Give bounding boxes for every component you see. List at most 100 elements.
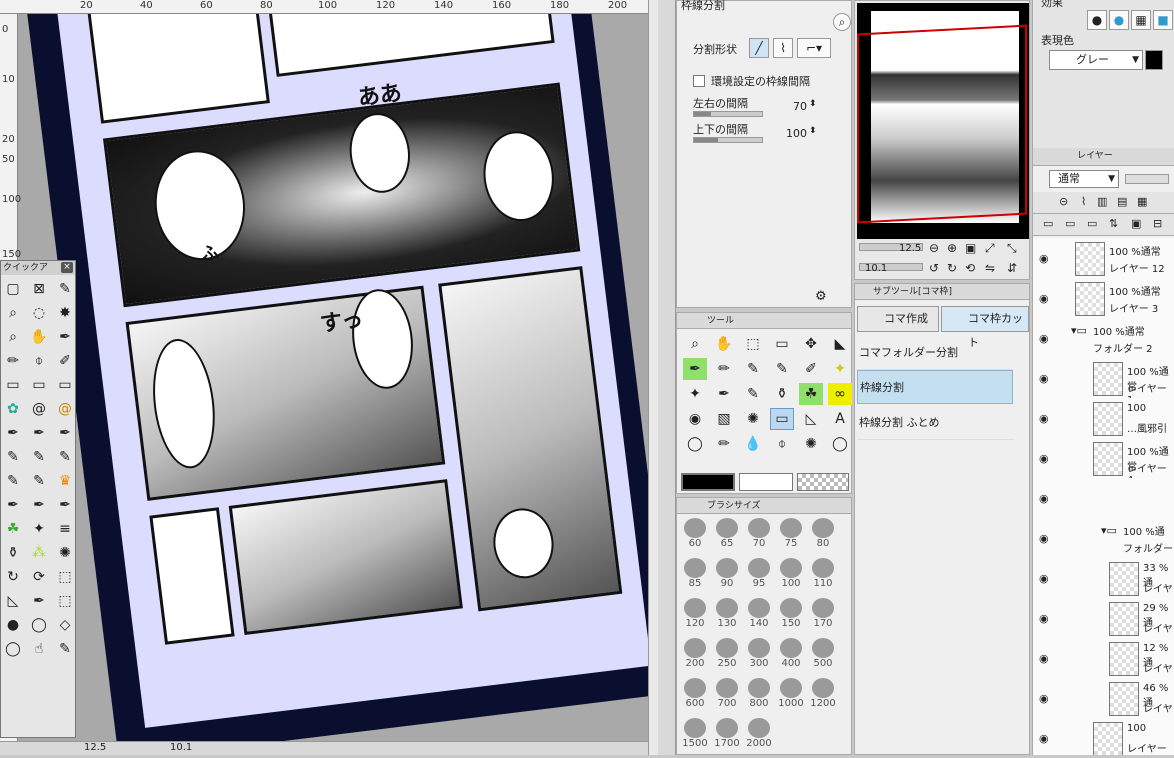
text-icon[interactable]: A xyxy=(828,408,852,430)
transparent-color-swatch[interactable] xyxy=(797,473,849,491)
mask-icon[interactable]: ▣ xyxy=(1131,217,1141,230)
spiral-icon[interactable]: @ xyxy=(28,398,50,420)
select-icon[interactable]: ⬚ xyxy=(54,590,76,612)
layer-panel[interactable]: レイヤー 通常 ▼ ⊝ ⌇ ▥ ▤ ▦ ▭ ▭ ▭ ⇅ ▣ ⊟ ◉ 100 %通常… xyxy=(1032,148,1174,755)
layer-row[interactable]: ◉33 %通レイヤー xyxy=(1033,558,1174,610)
settings-icon[interactable]: ⚙ xyxy=(815,289,827,304)
effect-border-icon[interactable]: ● xyxy=(1109,10,1129,30)
drops-icon[interactable]: 💧 xyxy=(741,433,765,455)
magnify-icon[interactable]: ⌕ xyxy=(2,302,24,324)
brush-size-option[interactable]: 110 xyxy=(807,558,839,594)
tool-property-panel[interactable]: 枠線分割 ⌕ 分割形状 ╱ ⌇ ⌐▾ 環境設定の枠線間隔 左右の間隔 70 ⬍ … xyxy=(676,0,852,308)
gradient-icon[interactable]: ▧ xyxy=(712,408,736,430)
layer-row[interactable]: ◉ 100 レイヤー 9 xyxy=(1033,718,1174,755)
circle-icon[interactable]: ● xyxy=(2,614,24,636)
lines-icon[interactable]: ≡ xyxy=(54,518,76,540)
search-icon[interactable]: ⌕ xyxy=(833,13,851,31)
color-layer-icon[interactable]: ▦ xyxy=(1137,195,1147,208)
canvas-scrollbar[interactable] xyxy=(648,0,658,755)
navigator-preview[interactable] xyxy=(857,3,1029,239)
tool-palette[interactable]: ツール ⌕ ✋ ⬚ ▭ ✥ ◣ ✒ ✏ ✎ ✎ ✐ ✦ ✦ ✒ ✎ ⚱ ☘ ∞ … xyxy=(676,312,852,494)
tool-tab[interactable]: ツール xyxy=(677,313,851,329)
zoom-value[interactable]: 12.5 xyxy=(84,742,106,753)
eye-icon[interactable]: ◉ xyxy=(1039,452,1049,465)
eye-icon[interactable]: ◉ xyxy=(1039,292,1049,305)
brush-size-option[interactable]: 170 xyxy=(807,598,839,634)
spinner-icon[interactable]: ⬍ xyxy=(809,126,817,136)
marker-icon[interactable]: ✐ xyxy=(799,358,823,380)
brush-size-option[interactable]: 95 xyxy=(743,558,775,594)
zoom-out-icon[interactable]: ⊖ xyxy=(929,241,939,255)
effect-dot-icon[interactable]: ● xyxy=(1087,10,1107,30)
frame-icon[interactable]: ▭ xyxy=(770,408,794,430)
pen-icon[interactable]: ✒ xyxy=(28,494,50,516)
brush-size-option[interactable]: 150 xyxy=(775,598,807,634)
pen-icon[interactable]: ✒ xyxy=(54,422,76,444)
crown-icon[interactable]: ♛ xyxy=(54,470,76,492)
layer-row[interactable]: ◉100…風邪引いて xyxy=(1033,398,1174,450)
line-shape-icon[interactable]: ╱ xyxy=(749,38,769,58)
brush-icon[interactable]: ✎ xyxy=(741,383,765,405)
actual-size-icon[interactable]: ▣ xyxy=(965,241,976,255)
eye-icon[interactable]: ◉ xyxy=(1039,652,1049,665)
brush-size-option[interactable]: 700 xyxy=(711,678,743,714)
brush-size-option[interactable]: 130 xyxy=(711,598,743,634)
reset-rotation-icon[interactable]: ⟲ xyxy=(965,261,975,275)
brush-size-panel[interactable]: ブラシサイズ 60 65 70 75 80 85 90 95 100 110 120 130 140 15… xyxy=(676,497,852,755)
layer-row[interactable]: ◉ xyxy=(1033,478,1174,520)
eye-icon[interactable]: ◉ xyxy=(1039,692,1049,705)
eye-icon[interactable]: ◉ xyxy=(1039,532,1049,545)
eraser-soft-icon[interactable]: ▭ xyxy=(28,374,50,396)
brush-size-option[interactable]: 70 xyxy=(743,518,775,554)
spinner-icon[interactable]: ⬍ xyxy=(809,99,817,109)
brush-icon[interactable]: ✎ xyxy=(741,358,765,380)
brush-size-option[interactable]: 200 xyxy=(679,638,711,674)
effect-color-icon[interactable]: ■ xyxy=(1153,10,1173,30)
layer-folder-row[interactable]: ◉ ▾▭ 100 %通常 フォルダー 2 xyxy=(1033,318,1174,360)
brush-size-option[interactable]: 140 xyxy=(743,598,775,634)
eye-icon[interactable]: ◉ xyxy=(1039,332,1049,345)
grass-icon[interactable]: ⁂ xyxy=(28,542,50,564)
brush-size-option[interactable]: 100 xyxy=(775,558,807,594)
subtool-item-frame-split-bold[interactable]: 枠線分割 ふとめ xyxy=(857,406,1013,440)
ellipse-icon[interactable]: ◯ xyxy=(28,614,50,636)
fill-icon[interactable]: ◉ xyxy=(683,408,707,430)
brush-size-option[interactable]: 500 xyxy=(807,638,839,674)
hand-icon[interactable]: ☝ xyxy=(28,638,50,660)
layer-tab[interactable]: レイヤー xyxy=(1033,148,1174,166)
flip-horizontal-icon[interactable]: ⇋ xyxy=(985,261,995,275)
leaf-icon[interactable]: ☘ xyxy=(2,518,24,540)
panel-small[interactable] xyxy=(149,507,235,645)
eye-icon[interactable]: ◉ xyxy=(1039,252,1049,265)
panel-character-b[interactable] xyxy=(438,266,623,612)
navigator-panel[interactable]: 12.5 ⊖ ⊕ ▣ ⤢ ⤡ 10.1 ↺ ↻ ⟲ ⇋ ⇵ xyxy=(854,0,1030,280)
nav-zoom-value[interactable]: 12.5 xyxy=(899,243,921,254)
brush-icon[interactable]: ✎ xyxy=(54,278,76,300)
brush-size-option[interactable]: 85 xyxy=(679,558,711,594)
splat-icon[interactable]: ✺ xyxy=(54,542,76,564)
nav-angle-value[interactable]: 10.1 xyxy=(865,263,887,274)
transform-icon[interactable]: ⬚ xyxy=(741,333,765,355)
flip-vertical-icon[interactable]: ⇵ xyxy=(1007,261,1017,275)
pen-icon[interactable]: ✒ xyxy=(2,494,24,516)
brush-size-option[interactable]: 60 xyxy=(679,518,711,554)
panel-character-a[interactable]: すっ xyxy=(125,285,446,501)
env-spacing-checkbox[interactable] xyxy=(693,75,705,87)
ruler-icon[interactable]: ◺ xyxy=(799,408,823,430)
zoom-in-icon[interactable]: ⊕ xyxy=(947,241,957,255)
brush-size-option[interactable]: 600 xyxy=(679,678,711,714)
marker-icon[interactable]: ✐ xyxy=(54,350,76,372)
layer-row[interactable]: ◉ 100 %通常 レイヤー 12 xyxy=(1033,238,1174,280)
layer-row[interactable]: ◉12 %通レイヤー xyxy=(1033,638,1174,690)
brush-size-option[interactable]: 75 xyxy=(775,518,807,554)
dropper-icon[interactable]: ⌽ xyxy=(28,350,50,372)
pen-icon[interactable]: ✒ xyxy=(683,358,707,380)
tab-frame-cut[interactable]: コマ枠カット xyxy=(941,306,1029,349)
texture-icon[interactable]: ✿ xyxy=(2,398,24,420)
select-all-icon[interactable]: ▢ xyxy=(2,278,24,300)
panel-character-c[interactable] xyxy=(228,479,463,636)
sparkle-icon[interactable]: ✦ xyxy=(683,383,707,405)
panel-night-scene[interactable]: ああ ふ xyxy=(103,81,581,308)
eye-icon[interactable]: ◉ xyxy=(1039,612,1049,625)
object-icon[interactable]: ◣ xyxy=(828,333,852,355)
